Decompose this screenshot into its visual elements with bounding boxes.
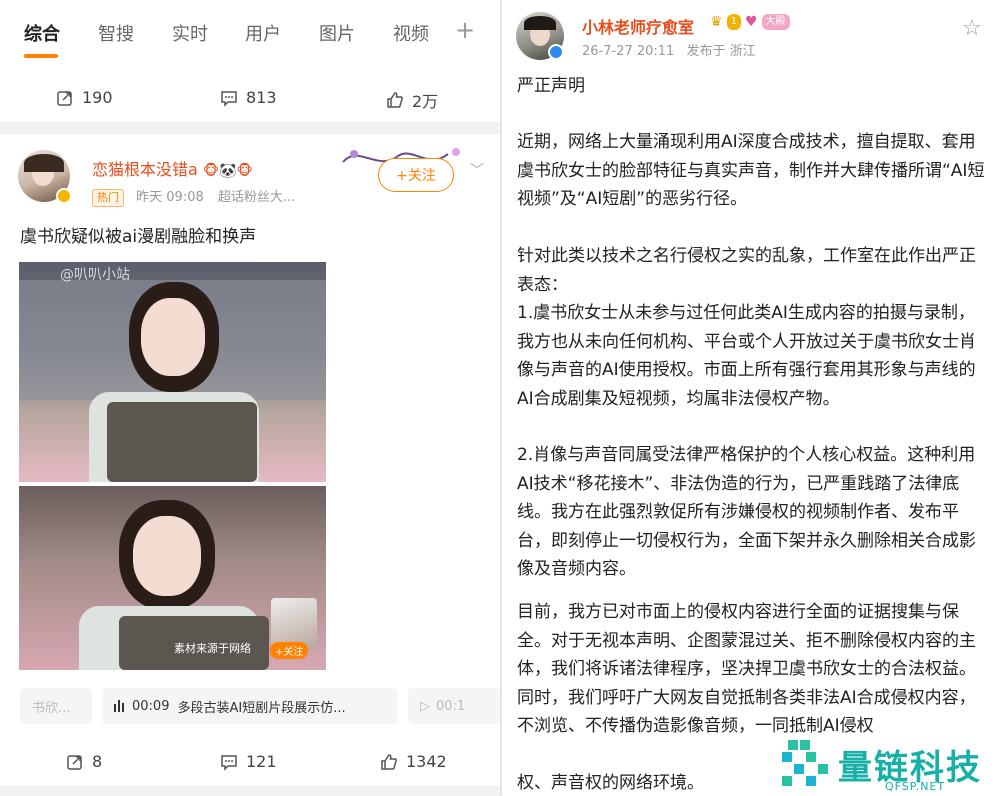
like-button[interactable]: 1342 [380,752,447,771]
heart-icon: ♥ [744,14,758,30]
post-meta: 26-7-27 20:11 发布于 浙江 [582,40,756,59]
author-name[interactable]: 小林老师疗愈室 [582,14,694,38]
statement-paragraph: 2.肖像与声音同属受法律严格保护的个人核心权益。这种利用AI技术“移花接木”、非… [517,445,976,579]
brand-watermark: 量链科技 [780,738,982,790]
repost-icon [57,90,72,106]
like-icon [387,92,403,108]
tab-images[interactable]: 图片 [319,20,355,46]
crown-icon: ♛ [710,14,723,30]
username-emojis: 🐵🐼🐵 [202,163,253,179]
tab-comprehensive[interactable]: 综合 [24,20,60,46]
add-tab-icon[interactable]: + [455,16,475,44]
tab-realtime[interactable]: 实时 [172,20,208,46]
statement-paragraph: 1.虞书欣女士从未参与过任何此类AI生成内容的拍摄与录制，我方也从未向任何机构、… [517,303,976,409]
feed-separator [0,122,500,134]
follow-button[interactable]: +关注 [378,158,454,192]
left-screenshot: 综合 智搜 实时 用户 图片 视频 + 190 813 2万 恋猫根本没错a 🐵… [0,0,500,796]
post-action-bar: 8 121 1342 [0,742,500,782]
image-caption: 素材来源于网络 [174,642,251,655]
like-button[interactable]: 2万 [386,88,438,112]
post-time: 昨天 09:08 [136,190,204,205]
post-image-1[interactable] [19,262,326,482]
statement-paragraph: 近期，网络上大量涌现利用AI深度合成技术，擅自提取、套用虞书欣女士的脸部特征与真… [517,132,985,209]
search-tab-bar: 综合 智搜 实时 用户 图片 视频 + [0,0,500,68]
tab-users[interactable]: 用户 [245,20,281,46]
image-watermark: @叭叭小站 [60,267,130,283]
comment-button[interactable]: 813 [220,88,277,107]
audio-bars-icon [114,700,124,712]
post-username[interactable]: 恋猫根本没错a 🐵🐼🐵 [92,156,253,180]
comment-count: 813 [246,88,277,107]
video-chip-prev[interactable]: 书欣... [20,688,92,724]
image-follow-button[interactable]: +关注 [270,642,309,659]
repost-count: 190 [82,88,113,107]
statement-title: 严正声明 [517,76,585,96]
post-meta: 热门 昨天 09:08 超话粉丝大... [92,186,295,207]
verified-badge-icon [56,188,72,204]
feed-separator-bottom [0,786,500,796]
like-count: 2万 [412,92,439,111]
post-source: 超话粉丝大... [217,190,296,205]
like-count: 1342 [406,752,447,771]
repost-icon [67,754,82,770]
play-icon: ▷ [420,698,430,714]
brand-logo-icon [782,740,828,786]
verified-badge-icon [548,44,564,60]
hot-tag: 热门 [92,189,124,207]
brand-url: QFSP.NET [885,780,946,793]
repost-button[interactable]: 190 [56,88,113,107]
statement-paragraph: 目前，我方已对市面上的侵权内容进行全面的证据搜集与保全。对于无视本声明、企图蒙混… [517,602,976,736]
repost-count: 8 [92,752,103,771]
post-location: 发布于 浙江 [686,44,756,59]
chevron-down-icon[interactable]: ﹀ [470,160,484,180]
statement-paragraph: 针对此类以技术之名行侵权之实的乱象，工作室在此作出严正表态： [517,246,976,295]
post-time: 26-7-27 20:11 [582,44,675,59]
video-title: 多段古装AI短剧片段展示仿... [177,700,346,716]
video-chip-current[interactable]: 00:09 多段古装AI短剧片段展示仿... [102,688,398,724]
video-chip-next-duration: 00:1 [436,698,466,714]
video-chip-prev-label: 书欣... [32,700,71,716]
star-icon[interactable]: ☆ [962,16,982,41]
comment-icon [221,90,237,107]
video-duration: 00:09 [132,698,170,714]
tab-videos[interactable]: 视频 [393,20,429,46]
post-username-text: 恋猫根本没错a [92,160,198,179]
level-badge: 1 [726,14,741,30]
fan-badge: 大殿 [761,14,790,30]
like-icon [381,753,397,770]
active-tab-indicator [24,54,58,58]
comment-count: 121 [246,752,277,771]
comment-button[interactable]: 121 [220,752,277,771]
post-text: 虞书欣疑似被ai漫剧融脸和换声 [20,227,257,247]
video-chip-next[interactable]: ▷ 00:1 [408,688,500,724]
tab-smart-search[interactable]: 智搜 [98,20,134,46]
repost-button[interactable]: 8 [66,752,102,771]
comment-icon [221,754,237,771]
prev-post-action-bar: 190 813 2万 [0,78,500,118]
right-screenshot: 小林老师疗愈室 ♛ 1 ♥ 大殿 26-7-27 20:11 发布于 浙江 ☆ … [502,0,1000,796]
author-badges: ♛ 1 ♥ 大殿 [710,14,790,30]
